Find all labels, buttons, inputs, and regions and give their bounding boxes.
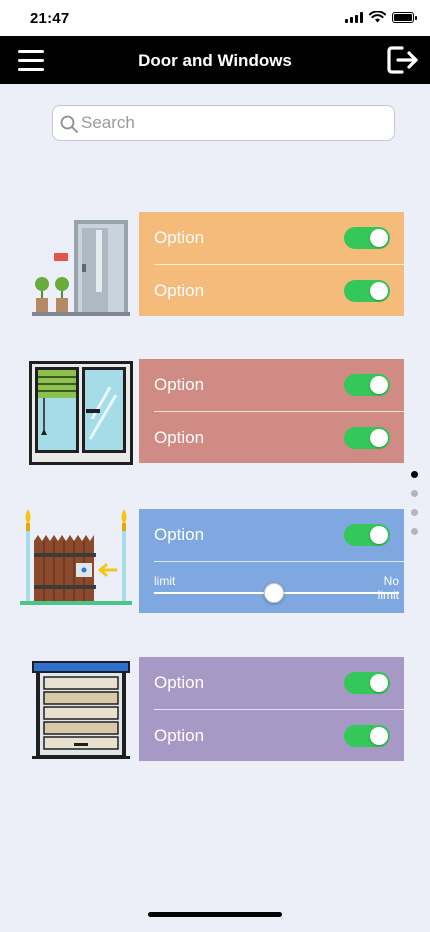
toggle-knob [370,526,388,544]
logout-icon[interactable] [386,44,420,76]
cellular-signal-icon [345,11,363,23]
wifi-icon [369,11,386,23]
status-time: 21:47 [30,10,70,27]
option-row: Option [139,265,404,317]
option-toggle[interactable] [344,227,390,249]
home-indicator [148,912,282,917]
option-label: Option [154,726,205,745]
page-title: Door and Windows [138,51,292,70]
option-label: Option [154,228,205,247]
option-row: Option [139,509,404,561]
option-label: Option [154,375,205,394]
category-panel: Option limit No limit [139,509,404,613]
category-panel: Option Option [139,212,404,316]
option-toggle[interactable] [344,374,390,396]
search-input[interactable] [81,106,381,140]
row-divider [154,561,404,562]
page-dot[interactable] [411,528,418,535]
slider-min-label: limit [154,574,176,588]
option-label: Option [154,281,205,300]
option-label: Option [154,673,205,692]
gate-illustration [20,509,132,605]
option-row: Option [139,657,404,709]
toggle-knob [370,229,388,247]
option-label: Option [154,525,205,544]
option-toggle[interactable] [344,280,390,302]
category-panel: Option Option [139,359,404,463]
status-icons [345,11,417,23]
door-illustration [32,220,130,316]
toggle-knob [370,429,388,447]
toggle-knob [370,674,388,692]
page-dot[interactable] [411,509,418,516]
toggle-knob [370,282,388,300]
option-row: Option [139,412,404,464]
page-dot[interactable] [411,471,418,478]
toggle-knob [370,376,388,394]
option-row: Option [139,212,404,264]
navigation-bar: Door and Windows [0,36,430,84]
option-toggle[interactable] [344,725,390,747]
battery-icon [392,11,417,23]
option-toggle[interactable] [344,427,390,449]
search-icon [60,115,78,133]
option-row: Option [139,710,404,762]
window-illustration [29,361,133,465]
status-bar: 21:47 [0,0,430,36]
page-dot[interactable] [411,490,418,497]
category-panel: Option Option [139,657,404,761]
search-bar [52,105,395,141]
slider-max-label: No limit [377,574,399,602]
garage-door-illustration [32,661,130,759]
page-indicator [411,471,419,547]
option-toggle[interactable] [344,524,390,546]
option-toggle[interactable] [344,672,390,694]
option-row: Option [139,359,404,411]
toggle-knob [370,727,388,745]
option-label: Option [154,428,205,447]
limit-slider-thumb[interactable] [264,583,285,603]
